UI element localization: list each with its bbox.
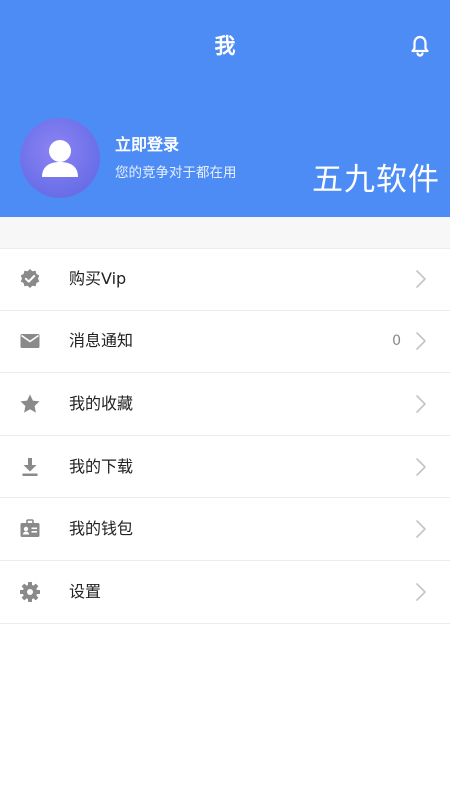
wallet-card-icon xyxy=(18,517,42,541)
chevron-right-icon xyxy=(416,457,426,476)
gear-icon xyxy=(18,580,42,604)
menu-item-downloads[interactable]: 我的下载 xyxy=(0,435,450,499)
menu-item-label: 设置 xyxy=(69,581,102,601)
download-icon xyxy=(18,455,42,479)
chevron-right-icon xyxy=(416,270,426,289)
page-title: 我 xyxy=(214,34,236,58)
menu-list: 购买Vip 消息通知 0 我的收藏 我的下载 我的钱包 设置 xyxy=(0,248,450,624)
bell-icon[interactable] xyxy=(404,30,436,62)
chevron-right-icon xyxy=(416,520,426,538)
menu-item-buy-vip[interactable]: 购买Vip xyxy=(0,248,450,311)
menu-item-wallet[interactable]: 我的钱包 xyxy=(0,498,450,561)
login-subtitle: 您的竞争对于都在用 xyxy=(115,165,237,181)
menu-item-settings[interactable]: 设置 xyxy=(0,560,450,624)
chevron-right-icon xyxy=(416,582,426,601)
menu-item-label: 我的收藏 xyxy=(69,393,134,413)
menu-item-label: 消息通知 xyxy=(69,331,134,351)
menu-item-notifications[interactable]: 消息通知 0 xyxy=(0,310,450,374)
verified-badge-icon xyxy=(18,267,42,291)
watermark: 五九软件 xyxy=(312,162,440,198)
login-card[interactable]: 立即登录 您的竞争对于都在用 xyxy=(20,118,280,198)
menu-item-label: 我的钱包 xyxy=(69,519,134,539)
menu-item-label: 购买Vip xyxy=(69,269,127,289)
star-icon xyxy=(18,392,42,416)
profile-header: 我 立即登录 您的竞争对于都在用 五九软件 xyxy=(0,0,450,217)
menu-item-label: 我的下载 xyxy=(69,456,134,476)
chevron-right-icon xyxy=(416,395,426,413)
user-avatar-icon[interactable] xyxy=(20,118,100,198)
menu-item-favorites[interactable]: 我的收藏 xyxy=(0,373,450,436)
notification-count: 0 xyxy=(392,333,401,350)
section-spacer xyxy=(0,217,450,248)
chevron-right-icon xyxy=(416,332,426,351)
mail-icon xyxy=(18,329,42,353)
login-link[interactable]: 立即登录 xyxy=(115,134,179,156)
